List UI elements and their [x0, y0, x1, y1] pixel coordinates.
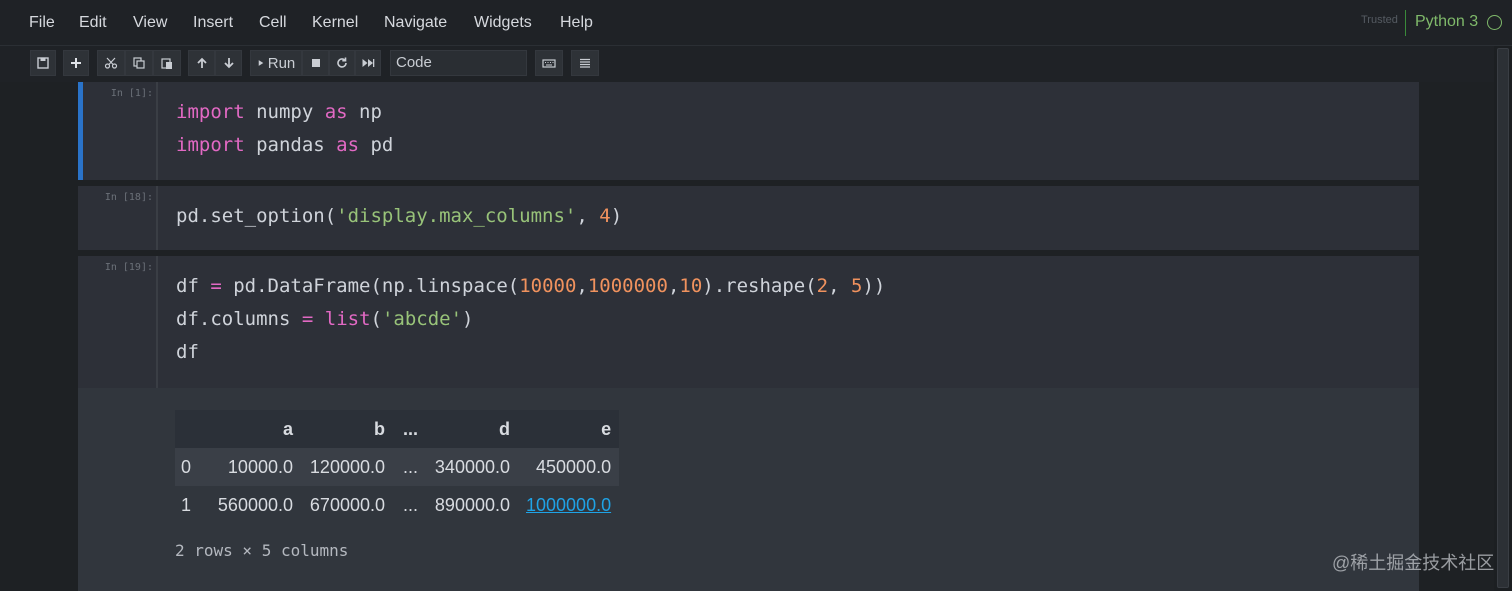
code-editor[interactable]: pd.set_option('display.max_columns', 4) [176, 200, 622, 233]
dataframe-table: a b ... d e 0 10000.0 120000.0 ... 34000… [175, 410, 620, 524]
code-line: pd.set_option('display.max_columns', 4) [176, 205, 623, 227]
table-cell-link[interactable]: 1000000.0 [518, 486, 619, 524]
table-row: 1 560000.0 670000.0 ... 890000.0 1000000… [175, 486, 620, 524]
cell-divider [156, 82, 158, 180]
trusted-indicator[interactable]: Trusted [1361, 14, 1398, 26]
arrow-down-icon [223, 58, 234, 69]
table-header-row: a b ... d e [175, 410, 620, 448]
play-icon [258, 60, 264, 66]
table-cell: 10000.0 [227, 456, 293, 477]
menu-edit[interactable]: Edit [79, 14, 107, 32]
row-index: 0 [181, 456, 192, 477]
command-palette-button[interactable] [535, 50, 563, 76]
menu-insert[interactable]: Insert [193, 14, 233, 32]
arrow-up-icon [196, 57, 207, 68]
table-cell: ... [402, 494, 418, 515]
watermark: @稀土掘金技术社区 [1332, 553, 1495, 573]
cell-divider [156, 186, 158, 250]
menu-help[interactable]: Help [560, 14, 593, 32]
menu-file[interactable]: File [29, 14, 55, 32]
toolbar: Run Code [0, 46, 1512, 82]
fast-forward-icon [362, 59, 375, 67]
save-button[interactable] [30, 50, 56, 76]
paste-icon [161, 58, 172, 69]
code-cell-2[interactable]: In [18]: pd.set_option('display.max_colu… [78, 186, 1419, 250]
table-cell: 560000.0 [217, 494, 293, 515]
cell-prompt: In [1]: [110, 88, 153, 99]
column-header: d [499, 418, 510, 439]
move-up-button[interactable] [188, 50, 215, 76]
table-cell: 890000.0 [434, 494, 510, 515]
menu-cell[interactable]: Cell [259, 14, 287, 32]
code-line: df.columns = list('abcde') [176, 308, 474, 330]
copy-button[interactable] [125, 50, 153, 76]
row-index: 1 [181, 494, 192, 515]
code-line: df = pd.DataFrame(np.linspace(10000,1000… [176, 275, 886, 297]
copy-icon [133, 57, 145, 69]
code-cell-3[interactable]: In [19]: df = pd.DataFrame(np.linspace(1… [78, 256, 1419, 388]
table-cell: 340000.0 [434, 456, 510, 477]
column-header: a [282, 418, 293, 439]
cell-prompt: In [19]: [104, 262, 153, 273]
menu-navigate[interactable]: Navigate [384, 14, 447, 32]
dataframe-shape: 2 rows × 5 columns [175, 541, 349, 560]
restart-run-all-button[interactable] [355, 50, 381, 76]
insert-cell-button[interactable] [63, 50, 89, 76]
kernel-separator [1405, 10, 1406, 36]
code-line: import pandas as pd [176, 134, 394, 156]
cell-prompt: In [18]: [104, 192, 153, 203]
kernel-status-icon [1487, 15, 1502, 30]
interrupt-button[interactable] [302, 50, 329, 76]
move-down-button[interactable] [215, 50, 242, 76]
cell-toolbar-button[interactable] [571, 50, 599, 76]
code-line: import numpy as np [176, 101, 382, 123]
notebook-area: In [1]: import numpy as np import pandas … [78, 82, 1419, 591]
scissors-icon [104, 57, 118, 69]
code-editor[interactable]: df = pd.DataFrame(np.linspace(10000,1000… [176, 270, 885, 369]
refresh-icon [337, 57, 347, 68]
menu-widgets[interactable]: Widgets [474, 14, 532, 32]
menu-bar: File Edit View Insert Cell Kernel Naviga… [0, 0, 1512, 46]
column-header [175, 410, 209, 448]
save-icon [37, 57, 49, 69]
stop-icon [311, 59, 320, 67]
menu-view[interactable]: View [133, 14, 167, 32]
code-editor[interactable]: import numpy as np import pandas as pd [176, 96, 393, 162]
cell-divider [156, 256, 158, 388]
code-cell-1[interactable]: In [1]: import numpy as np import pandas … [78, 82, 1419, 180]
run-label: Run [267, 54, 296, 72]
table-cell: 120000.0 [309, 456, 385, 477]
code-line: df [176, 341, 199, 363]
column-header: ... [402, 418, 418, 439]
plus-icon [71, 58, 81, 68]
table-cell: 450000.0 [536, 456, 612, 477]
table-cell: 670000.0 [309, 494, 385, 515]
list-icon [580, 58, 590, 68]
column-header: e [601, 418, 612, 439]
menu-kernel[interactable]: Kernel [312, 14, 358, 32]
table-cell: ... [402, 456, 418, 477]
keyboard-icon [542, 59, 556, 68]
vertical-scrollbar[interactable] [1494, 46, 1512, 591]
cell-output: a b ... d e 0 10000.0 120000.0 ... 34000… [78, 388, 1419, 591]
run-button[interactable]: Run [250, 50, 302, 76]
scrollbar-thumb[interactable] [1497, 48, 1509, 588]
restart-button[interactable] [329, 50, 355, 76]
kernel-name[interactable]: Python 3 [1415, 13, 1478, 31]
paste-button[interactable] [153, 50, 181, 76]
cut-button[interactable] [97, 50, 125, 76]
column-header: b [374, 418, 385, 439]
cell-type-select[interactable]: Code [390, 50, 527, 76]
table-row: 0 10000.0 120000.0 ... 340000.0 450000.0 [175, 448, 620, 486]
